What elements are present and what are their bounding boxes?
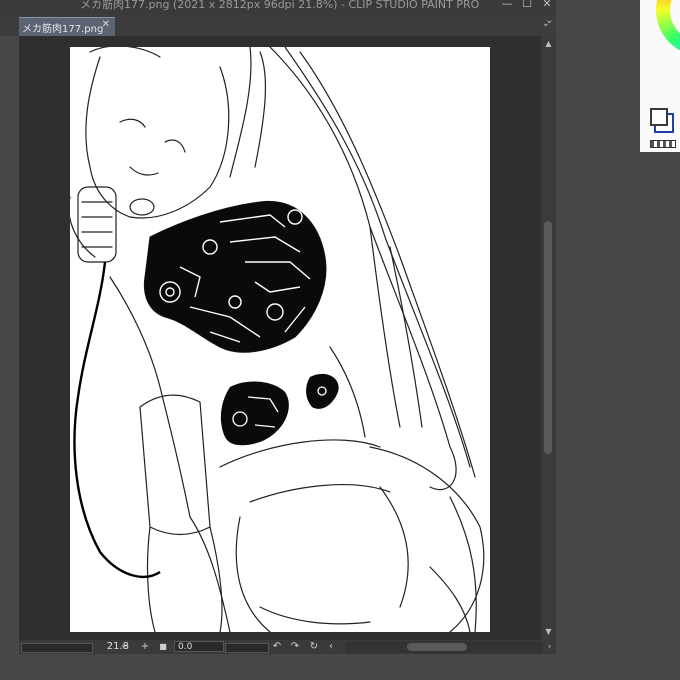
rotation-slider[interactable] (225, 643, 269, 653)
rotation-value[interactable]: 0.0 (174, 641, 224, 652)
transparent-color-swatch[interactable] (650, 140, 676, 148)
line-art-illustration (70, 47, 485, 632)
scroll-up-icon[interactable]: ▲ (541, 38, 556, 50)
horizontal-scroll-thumb[interactable] (407, 643, 467, 651)
window-title: メカ筋肉177.png (2021 x 2812px 96dpi 21.8%) … (80, 0, 480, 11)
close-window-button[interactable]: ✕ (540, 0, 554, 11)
reset-rotation-icon[interactable]: ↻ (308, 640, 320, 654)
color-panel (640, 0, 680, 152)
tab-document[interactable]: メカ筋肉177.png ✕ (19, 17, 115, 36)
tab-label: メカ筋肉177.png (22, 24, 104, 35)
rotate-left-icon[interactable]: ↶ (271, 640, 283, 654)
title-bar: メカ筋肉177.png (2021 x 2812px 96dpi 21.8%) … (0, 0, 556, 14)
drawing-color-swatch-icon[interactable] (650, 108, 668, 126)
zoom-slider[interactable] (21, 643, 93, 653)
canvas-artwork[interactable] (70, 47, 490, 632)
mecha-back-plate (220, 373, 339, 446)
zoom-out-button[interactable]: − (119, 640, 131, 654)
panel-toggle-chevron-icon[interactable]: ⌄ (543, 14, 556, 28)
scroll-right-icon[interactable]: › (543, 640, 556, 654)
panel-gap (556, 0, 640, 680)
vertical-scroll-thumb[interactable] (544, 221, 552, 454)
document-tab-bar: メカ筋肉177.png ✕ ⌄ (0, 14, 556, 36)
canvas-status-bar: 21.8 − + ■ 0.0 ↶ ↷ ↻ ‹ › (19, 640, 556, 654)
scroll-down-icon[interactable]: ▼ (541, 626, 556, 638)
scroll-left-icon[interactable]: ‹ (325, 640, 337, 654)
minimize-button[interactable]: — (500, 0, 514, 11)
zoom-in-button[interactable]: + (139, 640, 151, 654)
tab-close-icon[interactable]: ✕ (102, 19, 110, 30)
horizontal-scrollbar[interactable] (345, 641, 543, 653)
color-wheel-icon[interactable] (656, 0, 680, 56)
maximize-button[interactable]: ☐ (520, 0, 534, 11)
vertical-scrollbar[interactable]: ▲ ▼ (541, 36, 556, 640)
mecha-shoulder-plate (143, 200, 327, 353)
rotate-right-icon[interactable]: ↷ (289, 640, 301, 654)
fit-to-window-button[interactable]: ■ (157, 640, 169, 654)
